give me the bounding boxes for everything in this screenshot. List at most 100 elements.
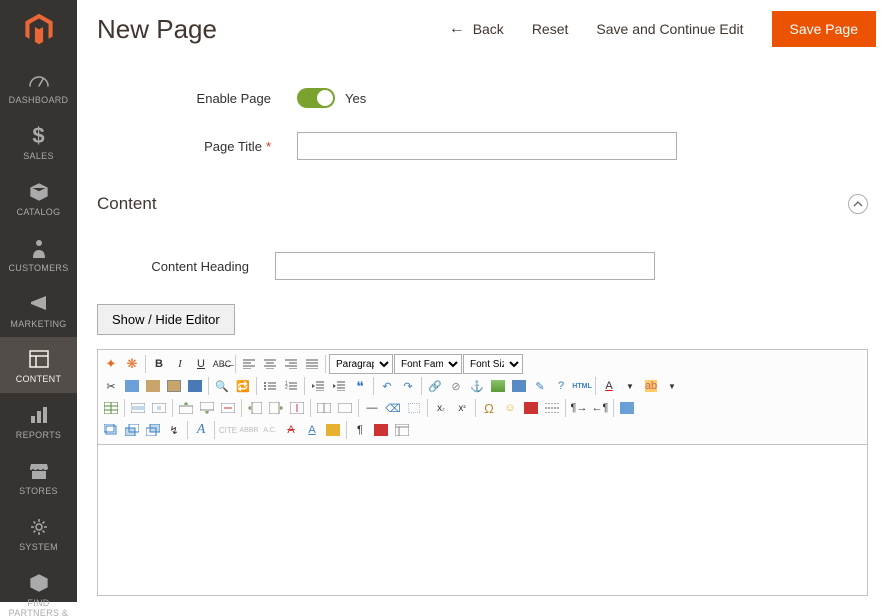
editor-body[interactable] xyxy=(98,445,867,595)
fullscreen-icon[interactable] xyxy=(617,398,637,418)
visualchars-icon[interactable]: ¶ xyxy=(350,420,370,440)
superscript-icon[interactable]: x² xyxy=(452,398,472,418)
align-justify-icon[interactable] xyxy=(302,354,322,374)
format-select[interactable]: Paragraph xyxy=(329,354,393,374)
image-icon[interactable] xyxy=(488,376,508,396)
sidebar-item-reports[interactable]: REPORTS xyxy=(0,393,77,449)
reset-link[interactable]: Reset xyxy=(532,21,569,37)
replace-icon[interactable]: 🔁 xyxy=(233,376,253,396)
ins-icon[interactable]: A xyxy=(302,420,322,440)
underline-icon[interactable]: U xyxy=(191,354,211,374)
align-left-icon[interactable] xyxy=(239,354,259,374)
col-after-icon[interactable] xyxy=(266,398,286,418)
cite-icon[interactable]: CITE xyxy=(218,420,238,440)
row-delete-icon[interactable] xyxy=(218,398,238,418)
layer-icon[interactable] xyxy=(101,420,121,440)
anchor-icon[interactable]: ⚓ xyxy=(467,376,487,396)
textcolor-icon[interactable]: A xyxy=(599,376,619,396)
link-icon[interactable]: 🔗 xyxy=(425,376,445,396)
nbsp-icon[interactable] xyxy=(371,420,391,440)
paste-text-icon[interactable] xyxy=(164,376,184,396)
charmap-icon[interactable]: Ω xyxy=(479,398,499,418)
sidebar-item-marketing[interactable]: MARKETING xyxy=(0,282,77,338)
layer-backward-icon[interactable] xyxy=(143,420,163,440)
visual-aid-icon[interactable] xyxy=(404,398,424,418)
cleanup-icon[interactable]: ✎ xyxy=(530,376,550,396)
sidebar-item-sales[interactable]: $ SALES xyxy=(0,114,77,170)
variable-icon[interactable]: ❋ xyxy=(122,354,142,374)
back-link[interactable]: ← Back xyxy=(449,20,504,38)
undo-icon[interactable]: ↶ xyxy=(377,376,397,396)
widget-icon[interactable]: ✦ xyxy=(101,354,121,374)
col-delete-icon[interactable] xyxy=(287,398,307,418)
media-icon[interactable] xyxy=(509,376,529,396)
acronym-icon[interactable]: A.C. xyxy=(260,420,280,440)
stores-icon xyxy=(29,459,49,483)
pagebreak-icon[interactable] xyxy=(542,398,562,418)
save-continue-link[interactable]: Save and Continue Edit xyxy=(596,21,743,37)
sidebar-item-content[interactable]: CONTENT xyxy=(0,337,77,393)
styleprops-icon[interactable]: A xyxy=(191,420,211,440)
split-cells-icon[interactable] xyxy=(314,398,334,418)
flash-icon[interactable] xyxy=(521,398,541,418)
redo-icon[interactable]: ↷ xyxy=(398,376,418,396)
paste-word-icon[interactable] xyxy=(185,376,205,396)
attribs-icon[interactable] xyxy=(323,420,343,440)
font-size-select[interactable]: Font Size xyxy=(463,354,523,374)
subscript-icon[interactable]: x₂ xyxy=(431,398,451,418)
layer-forward-icon[interactable] xyxy=(122,420,142,440)
sidebar-label: REPORTS xyxy=(16,431,61,441)
bold-icon[interactable]: B xyxy=(149,354,169,374)
align-center-icon[interactable] xyxy=(260,354,280,374)
sidebar-item-customers[interactable]: CUSTOMERS xyxy=(0,226,77,282)
row-after-icon[interactable] xyxy=(197,398,217,418)
customers-icon xyxy=(31,236,47,260)
enable-page-toggle[interactable] xyxy=(297,88,335,108)
ltr-icon[interactable]: ¶→ xyxy=(569,398,589,418)
abbr-icon[interactable]: ABBR xyxy=(239,420,259,440)
content-section-header[interactable]: Content xyxy=(97,184,868,228)
italic-icon[interactable]: I xyxy=(170,354,190,374)
help-icon[interactable]: ? xyxy=(551,376,571,396)
cell-props-icon[interactable] xyxy=(149,398,169,418)
emoticons-icon[interactable]: ☺ xyxy=(500,398,520,418)
remove-format-icon[interactable]: ⌫ xyxy=(383,398,403,418)
number-list-icon[interactable]: 12 xyxy=(281,376,301,396)
sidebar-item-system[interactable]: SYSTEM xyxy=(0,505,77,561)
merge-cells-icon[interactable] xyxy=(335,398,355,418)
sidebar-label: DASHBOARD xyxy=(9,96,69,106)
page-title-input[interactable] xyxy=(297,132,677,160)
unlink-icon[interactable]: ⊘ xyxy=(446,376,466,396)
bullet-list-icon[interactable] xyxy=(260,376,280,396)
table-icon[interactable] xyxy=(101,398,121,418)
cut-icon[interactable]: ✂ xyxy=(101,376,121,396)
copy-icon[interactable] xyxy=(122,376,142,396)
indent-icon[interactable] xyxy=(329,376,349,396)
absolute-icon[interactable]: ↯ xyxy=(164,420,184,440)
bgcolor-icon[interactable]: ab xyxy=(641,376,661,396)
bgcolor-dropdown-icon[interactable]: ▼ xyxy=(662,376,682,396)
del-icon[interactable]: A xyxy=(281,420,301,440)
hr-icon[interactable]: — xyxy=(362,398,382,418)
textcolor-dropdown-icon[interactable]: ▼ xyxy=(620,376,640,396)
row-props-icon[interactable] xyxy=(128,398,148,418)
strikethrough-icon[interactable]: AB̶C̶ xyxy=(212,354,232,374)
align-right-icon[interactable] xyxy=(281,354,301,374)
col-before-icon[interactable] xyxy=(245,398,265,418)
row-before-icon[interactable] xyxy=(176,398,196,418)
show-hide-editor-button[interactable]: Show / Hide Editor xyxy=(97,304,235,335)
magento-logo[interactable] xyxy=(0,0,77,58)
save-button[interactable]: Save Page xyxy=(772,11,877,47)
sidebar-item-catalog[interactable]: CATALOG xyxy=(0,170,77,226)
rtl-icon[interactable]: ←¶ xyxy=(590,398,610,418)
paste-icon[interactable] xyxy=(143,376,163,396)
template-icon[interactable] xyxy=(392,420,412,440)
find-icon[interactable]: 🔍 xyxy=(212,376,232,396)
sidebar-item-dashboard[interactable]: DASHBOARD xyxy=(0,58,77,114)
font-family-select[interactable]: Font Family xyxy=(394,354,462,374)
blockquote-icon[interactable]: ❝ xyxy=(350,376,370,396)
content-heading-input[interactable] xyxy=(275,252,655,280)
outdent-icon[interactable] xyxy=(308,376,328,396)
sidebar-item-stores[interactable]: STORES xyxy=(0,449,77,505)
html-icon[interactable]: HTML xyxy=(572,376,592,396)
